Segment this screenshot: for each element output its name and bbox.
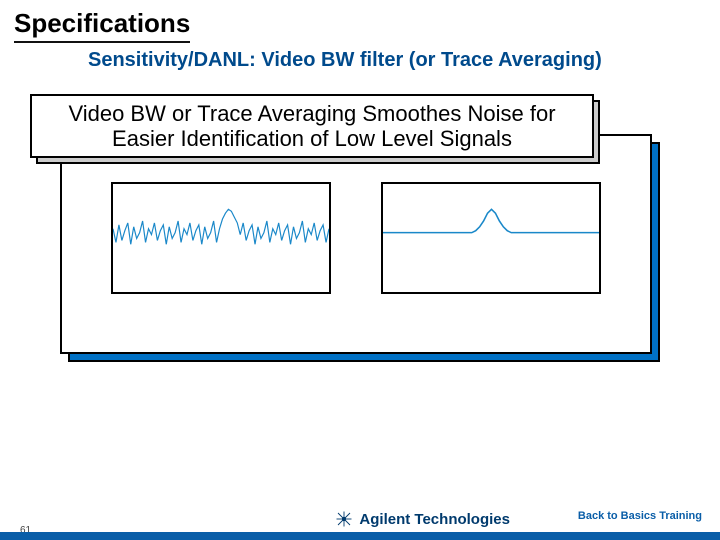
footer-note: Back to Basics Training: [578, 510, 702, 522]
footer: 61 Agilent Technologies Back to Basics T…: [0, 504, 720, 540]
spark-icon: [335, 510, 353, 528]
brand-label: Agilent Technologies: [359, 511, 510, 528]
subtitle: Sensitivity/DANL: Video BW filter (or Tr…: [14, 43, 706, 72]
panel: Video BW or Trace Averaging Smoothes Noi…: [60, 134, 652, 354]
brand: Agilent Technologies: [335, 510, 510, 528]
chart-smoothed: [381, 182, 601, 294]
chart-noisy: [111, 182, 331, 294]
panel-container: Video BW or Trace Averaging Smoothes Noi…: [60, 134, 660, 362]
page-title: Specifications: [14, 8, 190, 43]
charts-row: [62, 182, 650, 294]
footer-bar: [0, 532, 720, 540]
callout: Video BW or Trace Averaging Smoothes Noi…: [30, 94, 594, 158]
